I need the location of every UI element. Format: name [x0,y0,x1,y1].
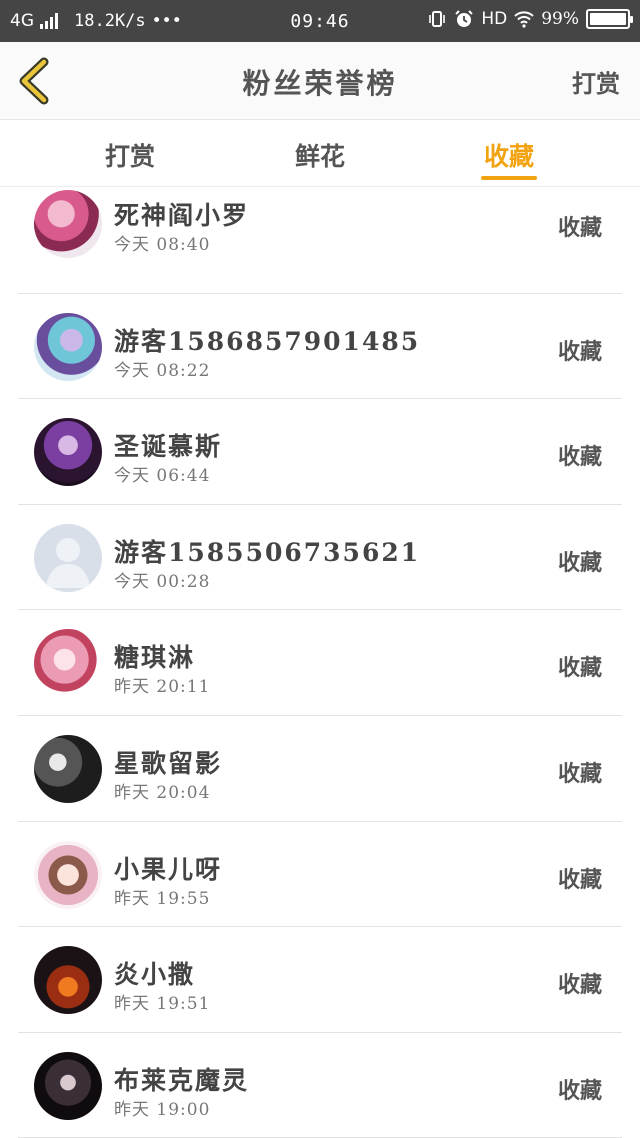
fan-time: 昨天 20:04 [114,782,211,803]
fan-name: 星歌留影 [114,748,223,778]
fan-name: 死神阎小罗 [114,201,250,230]
fan-time: 昨天 19:51 [114,994,211,1015]
fan-time: 今天 08:40 [114,235,211,255]
fan-time: 昨天 19:00 [114,1099,211,1120]
alarm-icon [455,10,474,27]
fan-name: 炎小撒 [114,960,196,990]
list-item[interactable]: 死神阎小罗 今天 08:40 收藏 [18,188,622,294]
active-tab-indicator [481,176,537,180]
status-badge: 收藏 [557,444,602,471]
status-badge: 收藏 [557,972,602,999]
avatar [34,523,102,592]
tab-favorites[interactable]: 收藏 [449,137,569,173]
avatar [34,734,102,803]
list-item[interactable]: 小果儿呀 昨天 19:55 收藏 [18,822,622,928]
list-item[interactable]: 炎小撒 昨天 19:51 收藏 [18,927,622,1033]
fan-time: 今天 00:28 [114,571,211,592]
reward-button[interactable]: 打赏 [572,64,620,99]
list-item[interactable]: 星歌留影 昨天 20:04 收藏 [18,716,622,822]
fan-time: 昨天 20:11 [114,677,211,698]
avatar [34,1051,102,1120]
page-title: 粉丝荣誉榜 [242,67,398,100]
vibrate-icon [429,11,446,27]
list-item[interactable]: 布莱克魔灵 昨天 19:00 收藏 [18,1033,622,1138]
header-bar: 粉丝荣誉榜 打赏 [0,42,640,120]
avatar [34,418,102,487]
status-badge: 收藏 [557,1077,602,1104]
fan-name: 糖琪淋 [114,643,196,673]
list-item[interactable]: 游客1586857901485 今天 08:22 收藏 [18,294,622,400]
status-badge: 收藏 [557,215,602,241]
status-bar: 4G 18.2K/s ••• 09:46 HD 99% [0,0,640,42]
status-badge: 收藏 [557,338,602,365]
avatar [34,312,102,381]
tab-flowers[interactable]: 鲜花 [260,137,380,173]
status-right: HD 99% [427,9,633,29]
list-item[interactable]: 糖琪淋 昨天 20:11 收藏 [18,610,622,716]
battery-percent: 99% [541,9,579,29]
fan-name: 游客1585506735621 [114,537,421,567]
fan-name: 布莱克魔灵 [114,1065,250,1095]
tab-reward[interactable]: 打赏 [70,137,190,173]
avatar [34,840,102,909]
fan-time: 今天 08:22 [114,360,211,381]
status-badge: 收藏 [557,549,602,576]
list-item[interactable]: 圣诞慕斯 今天 06:44 收藏 [18,399,622,505]
avatar [34,946,102,1015]
battery-level [590,13,626,25]
status-badge: 收藏 [557,655,602,682]
fan-name: 游客1586857901485 [114,326,421,356]
tab-bar: 打赏 鲜花 收藏 [0,121,640,187]
status-badge: 收藏 [557,866,602,893]
hd-indicator: HD [481,9,508,29]
fan-name: 圣诞慕斯 [114,432,223,462]
status-badge: 收藏 [557,760,602,787]
fan-list: 死神阎小罗 今天 08:40 收藏 游客1586857901485 今天 08:… [0,188,640,1138]
fan-time: 昨天 19:55 [114,888,211,909]
default-avatar-icon [46,537,90,588]
avatar [34,190,102,258]
fan-time: 今天 06:44 [114,466,211,487]
wifi-icon [514,11,534,28]
avatar [34,629,102,698]
battery-icon [586,9,633,29]
list-item[interactable]: 游客1585506735621 今天 00:28 收藏 [18,505,622,611]
fan-name: 小果儿呀 [114,854,223,884]
